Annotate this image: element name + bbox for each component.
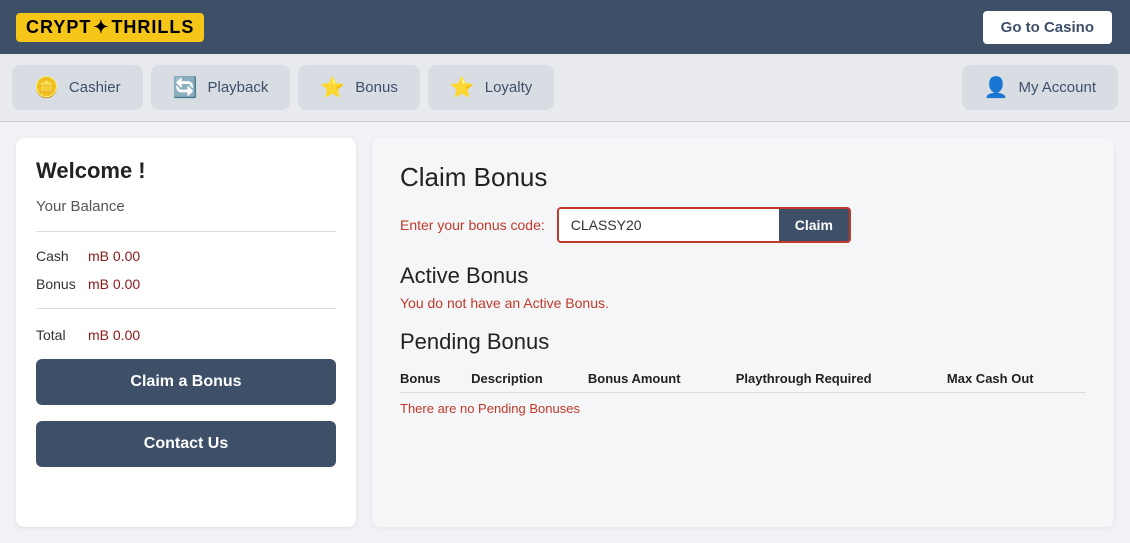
nav-bonus[interactable]: ⭐ Bonus [298, 65, 419, 110]
nav-cashier-label: Cashier [69, 79, 121, 96]
header: CRYPT✦THRILLS Go to Casino [0, 0, 1130, 54]
th-playthrough-required: Playthrough Required [736, 365, 947, 393]
divider-2 [36, 308, 336, 309]
active-bonus-title: Active Bonus [400, 263, 1086, 289]
content-area: Claim Bonus Enter your bonus code: Claim… [372, 138, 1114, 527]
bonus-code-label: Enter your bonus code: [400, 217, 545, 233]
main-content: Welcome ! Your Balance Cash mB 0.00 Bonu… [0, 122, 1130, 543]
bonus-code-input-wrap: Claim [557, 207, 851, 243]
bonus-row: Bonus mB 0.00 [36, 276, 336, 292]
nav-right: 👤 My Account [962, 65, 1118, 110]
cash-value: mB 0.00 [88, 248, 140, 264]
balance-label: Your Balance [36, 198, 336, 215]
bonus-value: mB 0.00 [88, 276, 140, 292]
nav-my-account-label: My Account [1018, 79, 1096, 96]
pending-table-header-row: Bonus Description Bonus Amount Playthrou… [400, 365, 1086, 393]
cashier-icon: 🪙 [34, 75, 59, 100]
bonus-code-row: Enter your bonus code: Claim [400, 207, 1086, 243]
total-label: Total [36, 327, 80, 343]
bonus-label: Bonus [36, 276, 80, 292]
logo-suffix: THRILLS [111, 17, 194, 38]
claim-bonus-title: Claim Bonus [400, 162, 1086, 193]
pending-bonus-title: Pending Bonus [400, 329, 1086, 355]
bonus-icon: ⭐ [320, 75, 345, 100]
cash-label: Cash [36, 248, 80, 264]
divider-1 [36, 231, 336, 232]
no-pending-text: There are no Pending Bonuses [400, 393, 1086, 425]
nav-playback[interactable]: 🔄 Playback [151, 65, 291, 110]
no-active-bonus-text: You do not have an Active Bonus. [400, 295, 1086, 311]
logo-text: CRYPT [26, 17, 91, 38]
welcome-heading: Welcome ! [36, 158, 336, 184]
logo: CRYPT✦THRILLS [16, 13, 204, 42]
go-to-casino-button[interactable]: Go to Casino [981, 9, 1114, 46]
th-bonus-amount: Bonus Amount [588, 365, 736, 393]
nav-playback-label: Playback [208, 79, 269, 96]
claim-a-bonus-button[interactable]: Claim a Bonus [36, 359, 336, 405]
logo-icon: ✦ [93, 17, 109, 38]
my-account-icon: 👤 [984, 75, 1009, 100]
nav-loyalty-label: Loyalty [485, 79, 533, 96]
loyalty-icon: ⭐ [450, 75, 475, 100]
th-bonus: Bonus [400, 365, 471, 393]
nav-cashier[interactable]: 🪙 Cashier [12, 65, 143, 110]
nav-bonus-label: Bonus [355, 79, 398, 96]
pending-bonus-table: Bonus Description Bonus Amount Playthrou… [400, 365, 1086, 424]
nav-my-account[interactable]: 👤 My Account [962, 65, 1118, 110]
playback-icon: 🔄 [173, 75, 198, 100]
no-pending-row: There are no Pending Bonuses [400, 393, 1086, 425]
nav-bar: 🪙 Cashier 🔄 Playback ⭐ Bonus ⭐ Loyalty 👤… [0, 54, 1130, 122]
nav-loyalty[interactable]: ⭐ Loyalty [428, 65, 554, 110]
nav-left: 🪙 Cashier 🔄 Playback ⭐ Bonus ⭐ Loyalty [12, 65, 954, 110]
th-max-cash-out: Max Cash Out [947, 365, 1086, 393]
cash-row: Cash mB 0.00 [36, 248, 336, 264]
total-row: Total mB 0.00 [36, 327, 336, 343]
total-value: mB 0.00 [88, 327, 140, 343]
sidebar: Welcome ! Your Balance Cash mB 0.00 Bonu… [16, 138, 356, 527]
bonus-code-input[interactable] [559, 209, 779, 241]
claim-button[interactable]: Claim [779, 209, 849, 241]
contact-us-button[interactable]: Contact Us [36, 421, 336, 467]
th-description: Description [471, 365, 588, 393]
